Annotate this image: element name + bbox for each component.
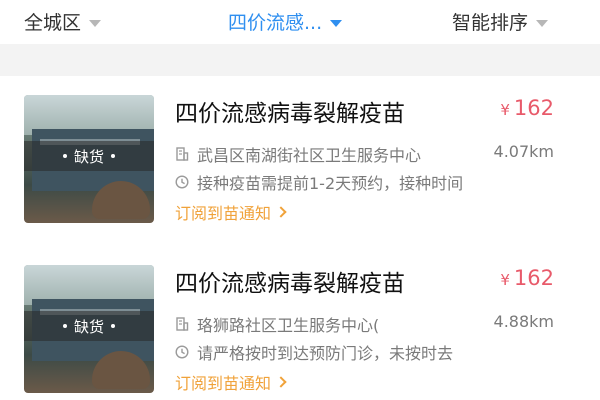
appointment-note: 接种疫苗需提前1-2天预约，接种时间 bbox=[197, 174, 464, 193]
building-icon bbox=[176, 317, 189, 331]
stock-status-badge: 缺货 bbox=[24, 141, 154, 171]
filter-bar: 全城区 四价流感... 智能排序 bbox=[0, 0, 600, 44]
subscribe-link[interactable]: 订阅到苗通知 bbox=[175, 370, 287, 394]
vaccine-title: 四价流感病毒裂解疫苗 bbox=[175, 271, 405, 297]
clinic-photo: 缺货 bbox=[24, 265, 154, 393]
clinic-address: 珞狮路社区卫生服务中心( bbox=[197, 316, 380, 335]
price: ¥162 bbox=[500, 96, 554, 120]
clock-icon bbox=[175, 345, 189, 359]
chevron-right-icon bbox=[275, 206, 287, 218]
subscribe-label: 订阅到苗通知 bbox=[175, 374, 272, 393]
filter-sort[interactable]: 智能排序 bbox=[452, 8, 549, 35]
appointment-note-row: 请严格按时到达预防门诊，未按时去 bbox=[175, 340, 555, 364]
stock-status-badge: 缺货 bbox=[24, 311, 154, 341]
clinic-address-row: 珞狮路社区卫生服务中心( bbox=[175, 312, 455, 336]
caret-down-icon bbox=[536, 19, 549, 27]
clinic-photo: 缺货 bbox=[24, 95, 154, 223]
filter-vaccine[interactable]: 四价流感... bbox=[228, 8, 343, 35]
subscribe-link[interactable]: 订阅到苗通知 bbox=[175, 200, 287, 224]
filter-sort-label: 智能排序 bbox=[452, 12, 529, 34]
filter-vaccine-label: 四价流感... bbox=[228, 12, 323, 34]
building-icon bbox=[176, 147, 189, 161]
filter-district[interactable]: 全城区 bbox=[24, 8, 102, 35]
vaccine-title: 四价流感病毒裂解疫苗 bbox=[175, 101, 405, 127]
list-item[interactable]: 缺货 四价流感病毒裂解疫苗 ¥162 珞狮路社区卫生服务中心( 4.88km 请… bbox=[0, 246, 600, 400]
currency-symbol: ¥ bbox=[500, 271, 510, 289]
clock-icon bbox=[175, 175, 189, 189]
subscribe-label: 订阅到苗通知 bbox=[175, 204, 272, 223]
appointment-note-row: 接种疫苗需提前1-2天预约，接种时间 bbox=[175, 170, 555, 194]
appointment-note: 请严格按时到达预防门诊，未按时去 bbox=[197, 344, 454, 363]
stock-status-label: 缺货 bbox=[73, 317, 104, 336]
currency-symbol: ¥ bbox=[500, 101, 510, 119]
list-item[interactable]: 缺货 四价流感病毒裂解疫苗 ¥162 武昌区南湖街社区卫生服务中心 4.07km… bbox=[0, 76, 600, 246]
caret-down-icon bbox=[330, 19, 343, 27]
chevron-right-icon bbox=[275, 376, 287, 388]
filter-district-label: 全城区 bbox=[24, 12, 82, 34]
distance: 4.07km bbox=[493, 142, 554, 161]
stock-status-label: 缺货 bbox=[73, 147, 104, 166]
clinic-address: 武昌区南湖街社区卫生服务中心 bbox=[197, 146, 422, 165]
price-value: 162 bbox=[513, 96, 554, 120]
clinic-address-row: 武昌区南湖街社区卫生服务中心 bbox=[175, 142, 455, 166]
price-value: 162 bbox=[513, 266, 554, 290]
price: ¥162 bbox=[500, 266, 554, 290]
distance: 4.88km bbox=[493, 312, 554, 331]
caret-down-icon bbox=[89, 19, 102, 27]
section-divider bbox=[0, 44, 600, 76]
